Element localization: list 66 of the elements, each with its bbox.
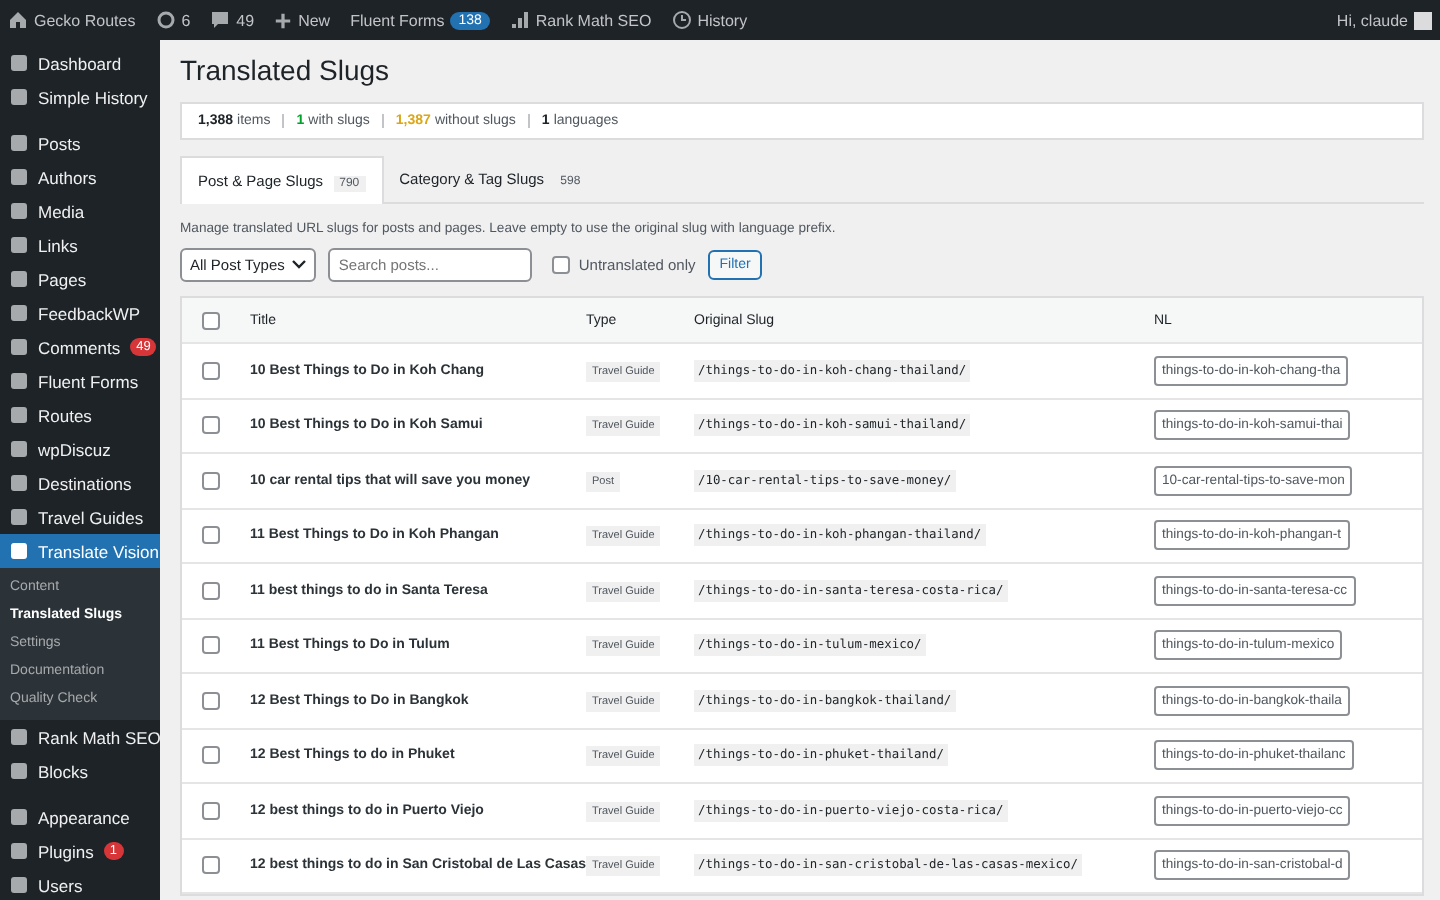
row-checkbox[interactable] [201,636,219,655]
toolbar-item[interactable]: 6 [155,10,191,30]
square-icon [10,474,28,492]
sidebar-item[interactable]: Links [0,228,160,262]
checkbox[interactable] [552,256,571,274]
square-icon [10,440,28,458]
sidebar-item[interactable]: wpDiscuz [0,432,160,466]
square-icon [10,728,28,746]
toolbar-item[interactable]: New [274,11,331,29]
sidebar-item[interactable]: Translate Vision [0,534,160,568]
square-icon [10,842,28,860]
row-checkbox[interactable] [201,856,219,875]
page-title: Translated Slugs [180,54,392,86]
clock-icon [671,10,692,30]
toolbar-item[interactable]: 49 [210,10,255,30]
toolbar-item[interactable]: History [671,10,748,30]
sidebar-item[interactable]: Blocks [0,754,160,788]
sidebar-item[interactable]: Fluent Forms [0,364,160,398]
sidebar-item[interactable]: Authors [0,160,160,194]
speech-bubble-icon [210,10,231,30]
sidebar-item[interactable]: Rank Math SEO [0,720,160,754]
sidebar-item[interactable]: Dashboard [0,46,160,80]
refresh-icon [155,10,176,30]
select-all-checkbox[interactable] [201,311,219,329]
square-icon [10,808,28,826]
square-icon [10,134,28,152]
square-icon [10,762,28,780]
square-icon [10,236,28,254]
bar-chart-icon [509,10,530,30]
square-icon [10,88,28,106]
square-icon [10,508,28,526]
sidebar-item[interactable]: Media [0,194,160,228]
row-checkbox[interactable] [201,416,219,435]
sidebar-item[interactable]: Destinations [0,466,160,500]
row-checkbox[interactable] [201,691,219,710]
avatar-icon[interactable] [1414,11,1432,29]
sidebar-item[interactable]: Posts [0,126,160,160]
user-greeting[interactable]: Hi, claude [1336,11,1408,29]
square-icon [10,304,28,322]
sidebar-item[interactable]: Travel Guides [0,500,160,534]
row-checkbox[interactable] [201,361,219,380]
square-icon [10,168,28,186]
row-checkbox[interactable] [201,471,219,490]
sidebar-item[interactable]: Routes [0,398,160,432]
sidebar-item[interactable]: FeedbackWP [0,296,160,330]
plus-icon [274,11,293,29]
toolbar-item[interactable]: Gecko Routes [8,10,136,30]
row-checkbox[interactable] [201,526,219,545]
sidebar-item[interactable]: Simple History [0,80,160,114]
sidebar-item[interactable]: Pages [0,262,160,296]
toolbar-item[interactable]: Rank Math SEO [509,10,652,30]
square-icon [10,876,28,894]
square-icon [10,338,28,356]
square-icon [10,270,28,288]
square-icon [10,372,28,390]
row-checkbox[interactable] [201,746,219,765]
home-icon [8,10,28,30]
square-icon [10,202,28,220]
row-checkbox[interactable] [201,581,219,600]
square-icon [10,542,28,560]
sidebar-item[interactable]: Appearance [0,800,160,834]
square-icon [10,54,28,72]
square-icon [10,406,28,424]
chevron-down-icon [292,260,307,270]
sidebar-item[interactable]: Users [0,868,160,900]
row-checkbox[interactable] [201,801,219,820]
